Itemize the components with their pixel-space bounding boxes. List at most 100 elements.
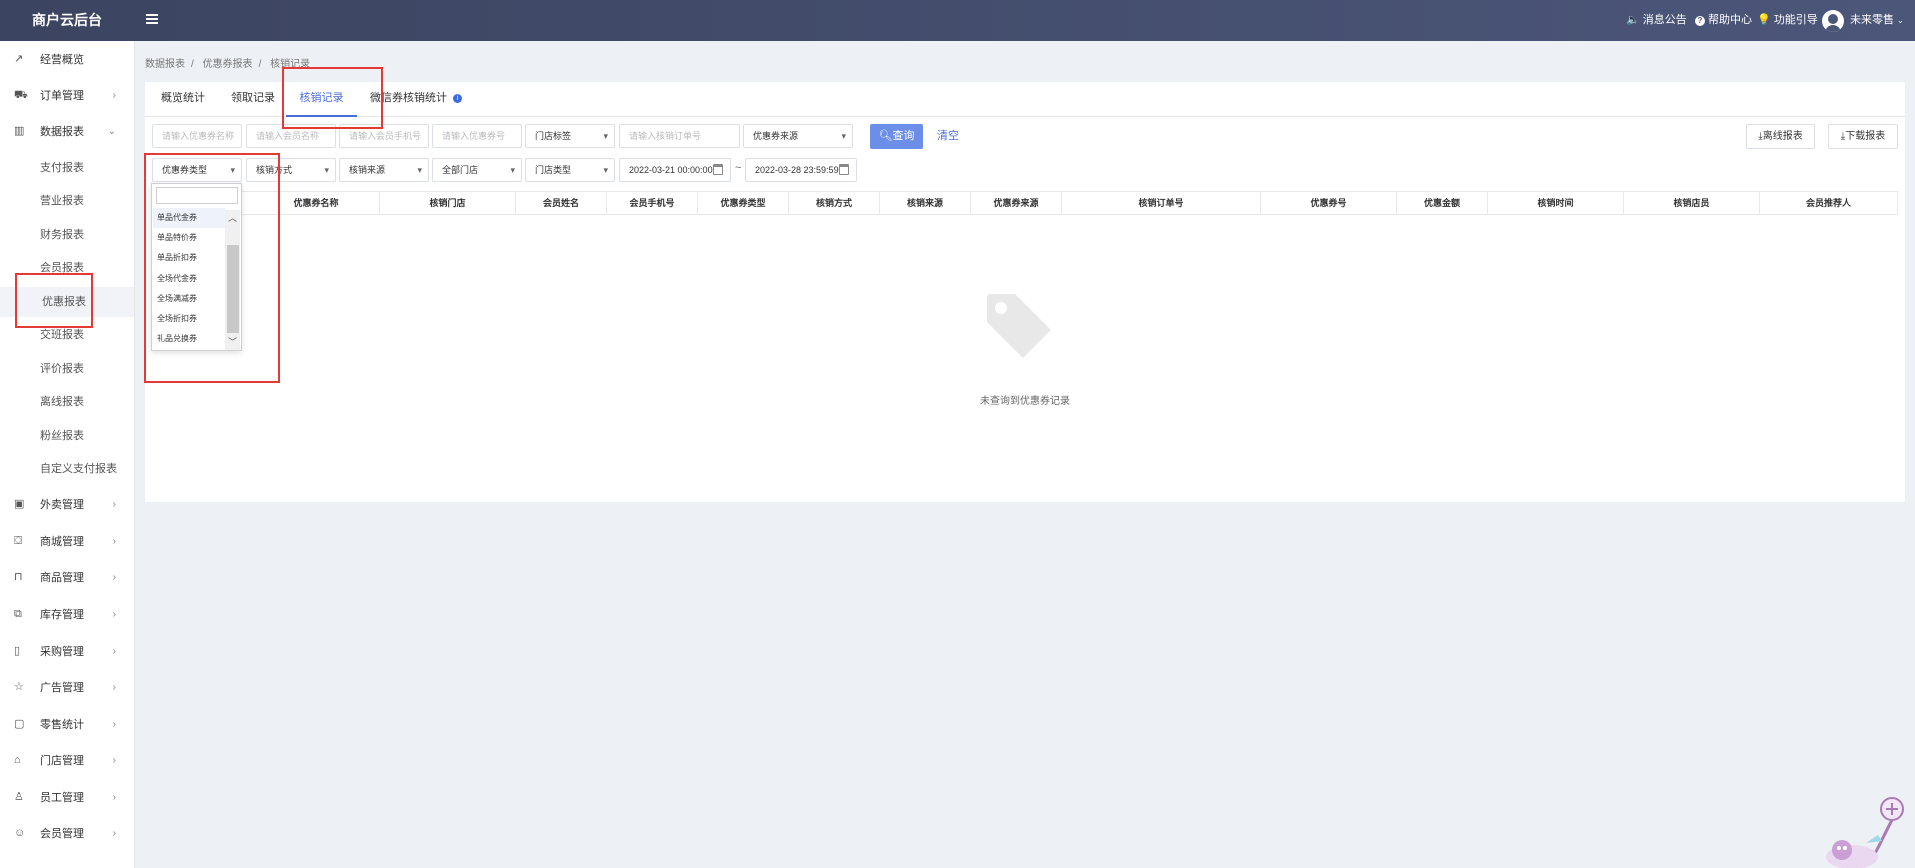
end-date-picker[interactable]: 2022-03-28 23:59:59 [745,158,857,182]
breadcrumb-item[interactable]: 数据报表 [145,59,185,70]
column-header: 核销店员 [1624,192,1760,214]
search-icon: 🔍︎ [878,130,893,142]
info-icon[interactable]: i [453,93,462,103]
calendar-icon: ▣ [14,498,25,510]
column-header: 会员手机号 [607,192,698,214]
sidebar-item-mall[interactable]: ⛋ 商城管理 › [0,527,134,557]
sidebar-subitem-review[interactable]: 评价报表 [0,354,134,384]
sidebar-item-label: 零售统计 [40,719,84,731]
bag-icon: ⊓ [14,571,23,583]
sidebar-item-label: 数据报表 [40,126,84,138]
help-link[interactable]: ? 帮助中心 [1695,0,1752,41]
column-header: 核销订单号 [1062,192,1261,214]
chevron-right-icon: › [112,792,116,803]
breadcrumb-separator: / [191,59,194,70]
sidebar-item-label: 库存管理 [40,609,84,621]
sidebar-subitem-finance[interactable]: 财务报表 [0,220,134,250]
tab-overview[interactable]: 概览统计 [161,82,205,117]
sidebar-item-purchase[interactable]: ▯ 采购管理 › [0,637,134,667]
app-logo: 商户云后台 [32,12,102,28]
shop-icon: ⛋ [14,535,23,547]
sidebar-subitem-fans[interactable]: 粉丝报表 [0,421,134,451]
coupon-tag-icon [987,294,1051,358]
chevron-right-icon: › [112,572,116,583]
offline-report-button[interactable]: ⤓离线报表 [1746,124,1815,149]
sidebar-item-overview[interactable]: ↗ 经营概览 [0,45,134,75]
sidebar-item-label: 商品管理 [40,572,84,584]
sidebar-item-reports[interactable]: ▥ 数据报表 ⌄ [0,117,134,147]
highlight-box [15,273,93,328]
calendar-icon [839,164,849,175]
help-icon: ? [1695,15,1705,26]
menu-toggle-icon[interactable] [146,14,158,24]
empty-state-text: 未查询到优惠券记录 [980,396,1070,407]
sidebar: ↗ 经营概览 ⛟ 订单管理 › ▥ 数据报表 ⌄ 支付报表 营业报表 财务报表 会员报表 … [0,41,135,868]
breadcrumb-separator: / [258,59,262,70]
query-button[interactable]: 🔍︎查询 [870,124,923,149]
column-header: 核销时间 [1488,192,1624,214]
sidebar-item-goods[interactable]: ⊓ 商品管理 › [0,563,134,593]
clear-button[interactable]: 清空 [937,124,959,149]
sidebar-item-stores[interactable]: ⌂ 门店管理 › [0,746,134,776]
sidebar-item-ads[interactable]: ☆ 广告管理 › [0,673,134,703]
sidebar-subitem-label: 粉丝报表 [40,430,84,442]
chevron-right-icon: › [112,755,116,766]
guide-link[interactable]: 💡 功能引导 [1757,0,1818,41]
order-no-input[interactable] [619,124,740,148]
top-bar: 商户云后台 🔈 消息公告 ? 帮助中心 💡 功能引导 未来零售 ⌄ [0,0,1915,41]
user-name: 未来零售 [1850,14,1894,26]
bulb-icon: 💡 [1757,14,1771,26]
breadcrumb-item[interactable]: 优惠券报表 [203,59,253,70]
column-header: 核销来源 [880,192,971,214]
sidebar-item-inventory[interactable]: ⧉ 库存管理 › [0,600,134,630]
notice-link[interactable]: 🔈 消息公告 [1626,0,1687,41]
tab-claim-records[interactable]: 领取记录 [231,82,275,117]
sidebar-subitem-business[interactable]: 营业报表 [0,186,134,216]
column-header: 核销门店 [380,192,516,214]
store-select[interactable]: 全部门店 [432,158,522,182]
coupon-name-input[interactable] [152,124,242,148]
sidebar-subitem-label: 营业报表 [40,195,84,207]
sidebar-item-staff[interactable]: ♙ 员工管理 › [0,783,134,813]
sidebar-item-members[interactable]: ☺ 会员管理 › [0,819,134,849]
chevron-right-icon: › [112,90,116,101]
column-header: 优惠券类型 [698,192,789,214]
sidebar-item-orders[interactable]: ⛟ 订单管理 › [0,81,134,111]
start-date-picker[interactable]: 2022-03-21 00:00:00 [619,158,731,182]
chevron-right-icon: › [112,646,116,657]
user-menu[interactable]: 未来零售 ⌄ [1822,0,1904,41]
download-report-button[interactable]: ⤓下载报表 [1828,124,1898,149]
store-type-select[interactable]: 门店类型 [525,158,615,182]
chevron-down-icon: ⌄ [107,126,116,137]
chevron-right-icon: › [112,499,116,510]
coupon-source-select[interactable]: 优惠券来源 [743,124,853,148]
verify-source-select[interactable]: 核销来源 [339,158,429,182]
sidebar-item-label: 员工管理 [40,792,84,804]
date-range-separator: ~ [735,162,742,174]
highlight-box [282,67,383,129]
sidebar-item-label: 广告管理 [40,682,84,694]
coupon-no-input[interactable] [432,124,522,148]
sidebar-item-label: 会员管理 [40,828,84,840]
chevron-right-icon: › [112,828,116,839]
notice-label: 消息公告 [1642,14,1687,26]
sidebar-item-retail-stats[interactable]: ▢ 零售统计 › [0,710,134,740]
highlight-box [144,153,280,383]
clipboard-icon: ▢ [14,718,25,730]
table-header: 优惠券名称 核销门店 会员姓名 会员手机号 优惠券类型 核销方式 核销来源 优惠… [153,191,1898,215]
main-card: 概览统计 领取记录 核销记录 微信券核销统计i 门店标签 优惠券来源 🔍︎查询 … [145,82,1905,502]
user-icon: ♙ [14,791,24,803]
sidebar-item-delivery[interactable]: ▣ 外卖管理 › [0,490,134,520]
sidebar-item-label: 订单管理 [40,90,84,102]
box-icon: ⧉ [14,608,22,620]
cart-icon: ⛟ [14,89,28,101]
sidebar-subitem-label: 财务报表 [40,229,84,241]
store-tag-select[interactable]: 门店标签 [525,124,615,148]
tab-wechat-verify[interactable]: 微信券核销统计 i [370,82,462,117]
calendar-icon [713,164,723,175]
sidebar-subitem-offline[interactable]: 离线报表 [0,387,134,417]
sidebar-subitem-custom-payment[interactable]: 自定义支付报表 [0,454,134,484]
mascot-illustration [1826,797,1904,868]
sidebar-subitem-payment[interactable]: 支付报表 [0,153,134,183]
guide-label: 功能引导 [1773,14,1818,26]
